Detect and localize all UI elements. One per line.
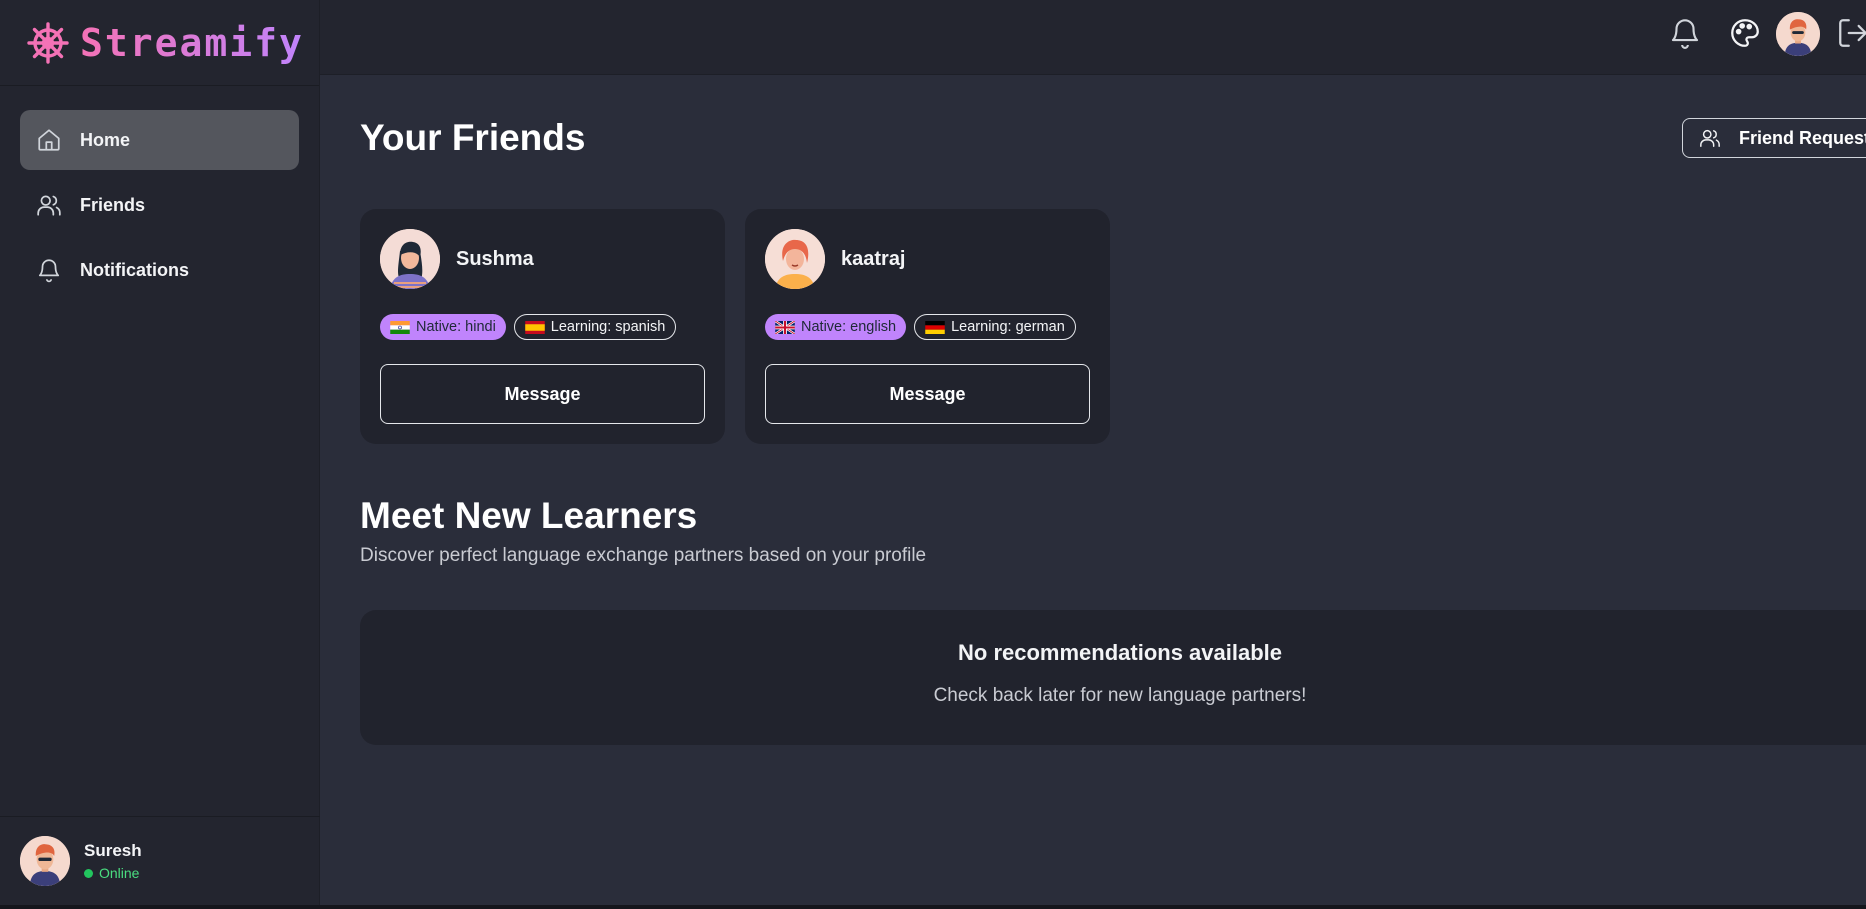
sidebar: Streamify Home Friends Notifications Sur… (0, 0, 320, 905)
native-language-text: Native: english (801, 319, 897, 335)
topbar (320, 0, 1866, 75)
sidebar-item-label: Home (80, 129, 131, 150)
avatar (20, 836, 70, 886)
friend-requests-button[interactable]: Friend Requests (1682, 118, 1866, 158)
learning-language-badge: Learning: german (914, 314, 1076, 340)
brand[interactable]: Streamify (0, 0, 319, 86)
friend-card: kaatraj Native: english Learning: german… (745, 209, 1110, 444)
sidebar-item-friends[interactable]: Friends (20, 175, 299, 235)
empty-state: No recommendations available Check back … (360, 610, 1866, 745)
home-icon (38, 129, 60, 151)
section-title: Meet New Learners (360, 495, 698, 536)
sidebar-item-home[interactable]: Home (20, 110, 299, 170)
native-language-badge: Native: hindi (380, 314, 506, 340)
status-text: Online (99, 865, 140, 881)
section-subtitle: Discover perfect language exchange partn… (360, 545, 927, 566)
learning-language-badge: Learning: spanish (513, 314, 677, 340)
native-language-badge: Native: english (765, 314, 907, 340)
message-button[interactable]: Message (765, 364, 1090, 424)
users-icon (37, 195, 61, 216)
online-dot-icon (84, 868, 93, 878)
ship-wheel-icon (27, 21, 69, 64)
bell-icon[interactable] (1668, 16, 1702, 50)
empty-state-title: No recommendations available (958, 640, 1282, 665)
sidebar-item-label: Friends (80, 194, 146, 215)
friend-name: kaatraj (841, 247, 906, 270)
empty-state-subtitle: Check back later for new language partne… (933, 685, 1307, 706)
avatar[interactable] (1776, 12, 1820, 56)
logout-icon[interactable] (1836, 16, 1866, 50)
friend-requests-label: Friend Requests (1739, 127, 1866, 148)
page-title: Your Friends (360, 117, 586, 158)
learning-language-text: Learning: spanish (550, 319, 666, 335)
palette-icon[interactable] (1728, 16, 1762, 50)
native-language-text: Native: hindi (416, 319, 496, 335)
friend-card: Sushma Native: hindi Learning: spanish M… (360, 209, 725, 444)
window-bottom-edge (0, 905, 1866, 909)
flag-spain-icon (525, 320, 545, 334)
flag-germany-icon (925, 320, 945, 334)
learning-language-text: Learning: german (951, 319, 1065, 335)
brand-name: Streamify (80, 20, 304, 65)
friend-name: Sushma (456, 247, 534, 270)
users-icon (1700, 129, 1720, 147)
user-status: Online (84, 865, 142, 881)
sidebar-user[interactable]: Suresh Online (0, 816, 320, 905)
user-name: Suresh (84, 841, 142, 860)
sidebar-item-label: Notifications (80, 259, 190, 280)
message-button[interactable]: Message (380, 364, 705, 424)
flag-uk-icon (775, 320, 795, 334)
main-content: Your Friends Friend Requests Sushma Nati… (320, 75, 1866, 905)
sidebar-nav: Home Friends Notifications (0, 86, 319, 300)
avatar (765, 229, 825, 289)
bell-icon (38, 259, 60, 283)
avatar (380, 229, 440, 289)
flag-india-icon (390, 320, 410, 334)
sidebar-item-notifications[interactable]: Notifications (20, 240, 299, 300)
